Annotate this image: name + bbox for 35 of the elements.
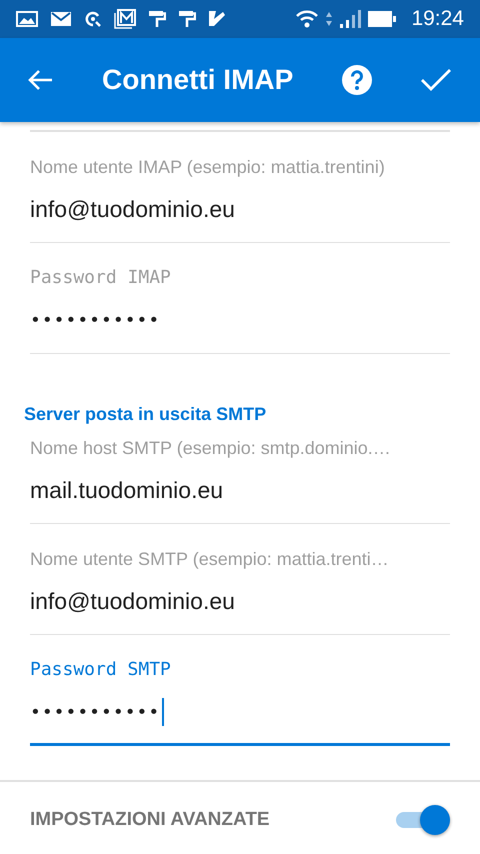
- text-field[interactable]: Nome host SMTP (esempio: smtp.dominio.… mail.tuodominio.eu: [30, 425, 450, 524]
- status-time: 19:24: [411, 7, 464, 31]
- field-value: mail.tuodominio.eu: [30, 476, 224, 504]
- text-field[interactable]: Password SMTP •••••••••••: [30, 635, 450, 746]
- mail-icon: [50, 11, 72, 27]
- field-value: info@tuodominio.eu: [30, 588, 235, 614]
- signal-icon: [339, 10, 362, 28]
- back-arrow-icon: [28, 69, 54, 91]
- field-value: •••••••••••: [30, 702, 160, 722]
- app-bar-title: Connetti IMAP: [102, 64, 294, 96]
- check-icon: [208, 10, 226, 28]
- field-value: info@tuodominio.eu: [30, 196, 235, 222]
- battery-icon: [367, 10, 398, 28]
- setting-label: IMPOSTAZIONI AVANZATE: [30, 808, 270, 830]
- toggle-switch[interactable]: [396, 804, 450, 836]
- field-label: Nome utente IMAP (esempio: mattia.trentini): [30, 156, 386, 179]
- paint-roller-icon: [148, 10, 166, 28]
- wifi-icon: [295, 10, 320, 28]
- text-field[interactable]: Nome utente SMTP (esempio: mattia.trenti… info@tuodominio.eu: [30, 524, 450, 635]
- text-field[interactable]: Password IMAP •••••••••••: [30, 243, 450, 354]
- field-value: •••••••••••: [30, 310, 160, 330]
- sync-icon: [84, 10, 102, 28]
- field-label: Nome utente SMTP (esempio: mattia.trenti…: [30, 548, 390, 571]
- checkmark-icon: [420, 68, 452, 92]
- field-label: Nome host SMTP (esempio: smtp.dominio.…: [30, 437, 392, 460]
- section-heading: Server posta in uscita SMTP: [24, 404, 268, 425]
- text-cursor: [162, 698, 164, 726]
- image-icon: [16, 11, 38, 27]
- help-icon: [342, 65, 372, 95]
- mail-icon: [114, 9, 136, 29]
- data-arrows-icon: [325, 11, 334, 27]
- paint-roller-icon: [178, 10, 196, 28]
- field-label: Password SMTP: [30, 658, 172, 682]
- field-label: Password IMAP: [30, 266, 172, 290]
- text-field[interactable]: Nome utente IMAP (esempio: mattia.trentini) info@tuodominio.eu: [30, 132, 450, 243]
